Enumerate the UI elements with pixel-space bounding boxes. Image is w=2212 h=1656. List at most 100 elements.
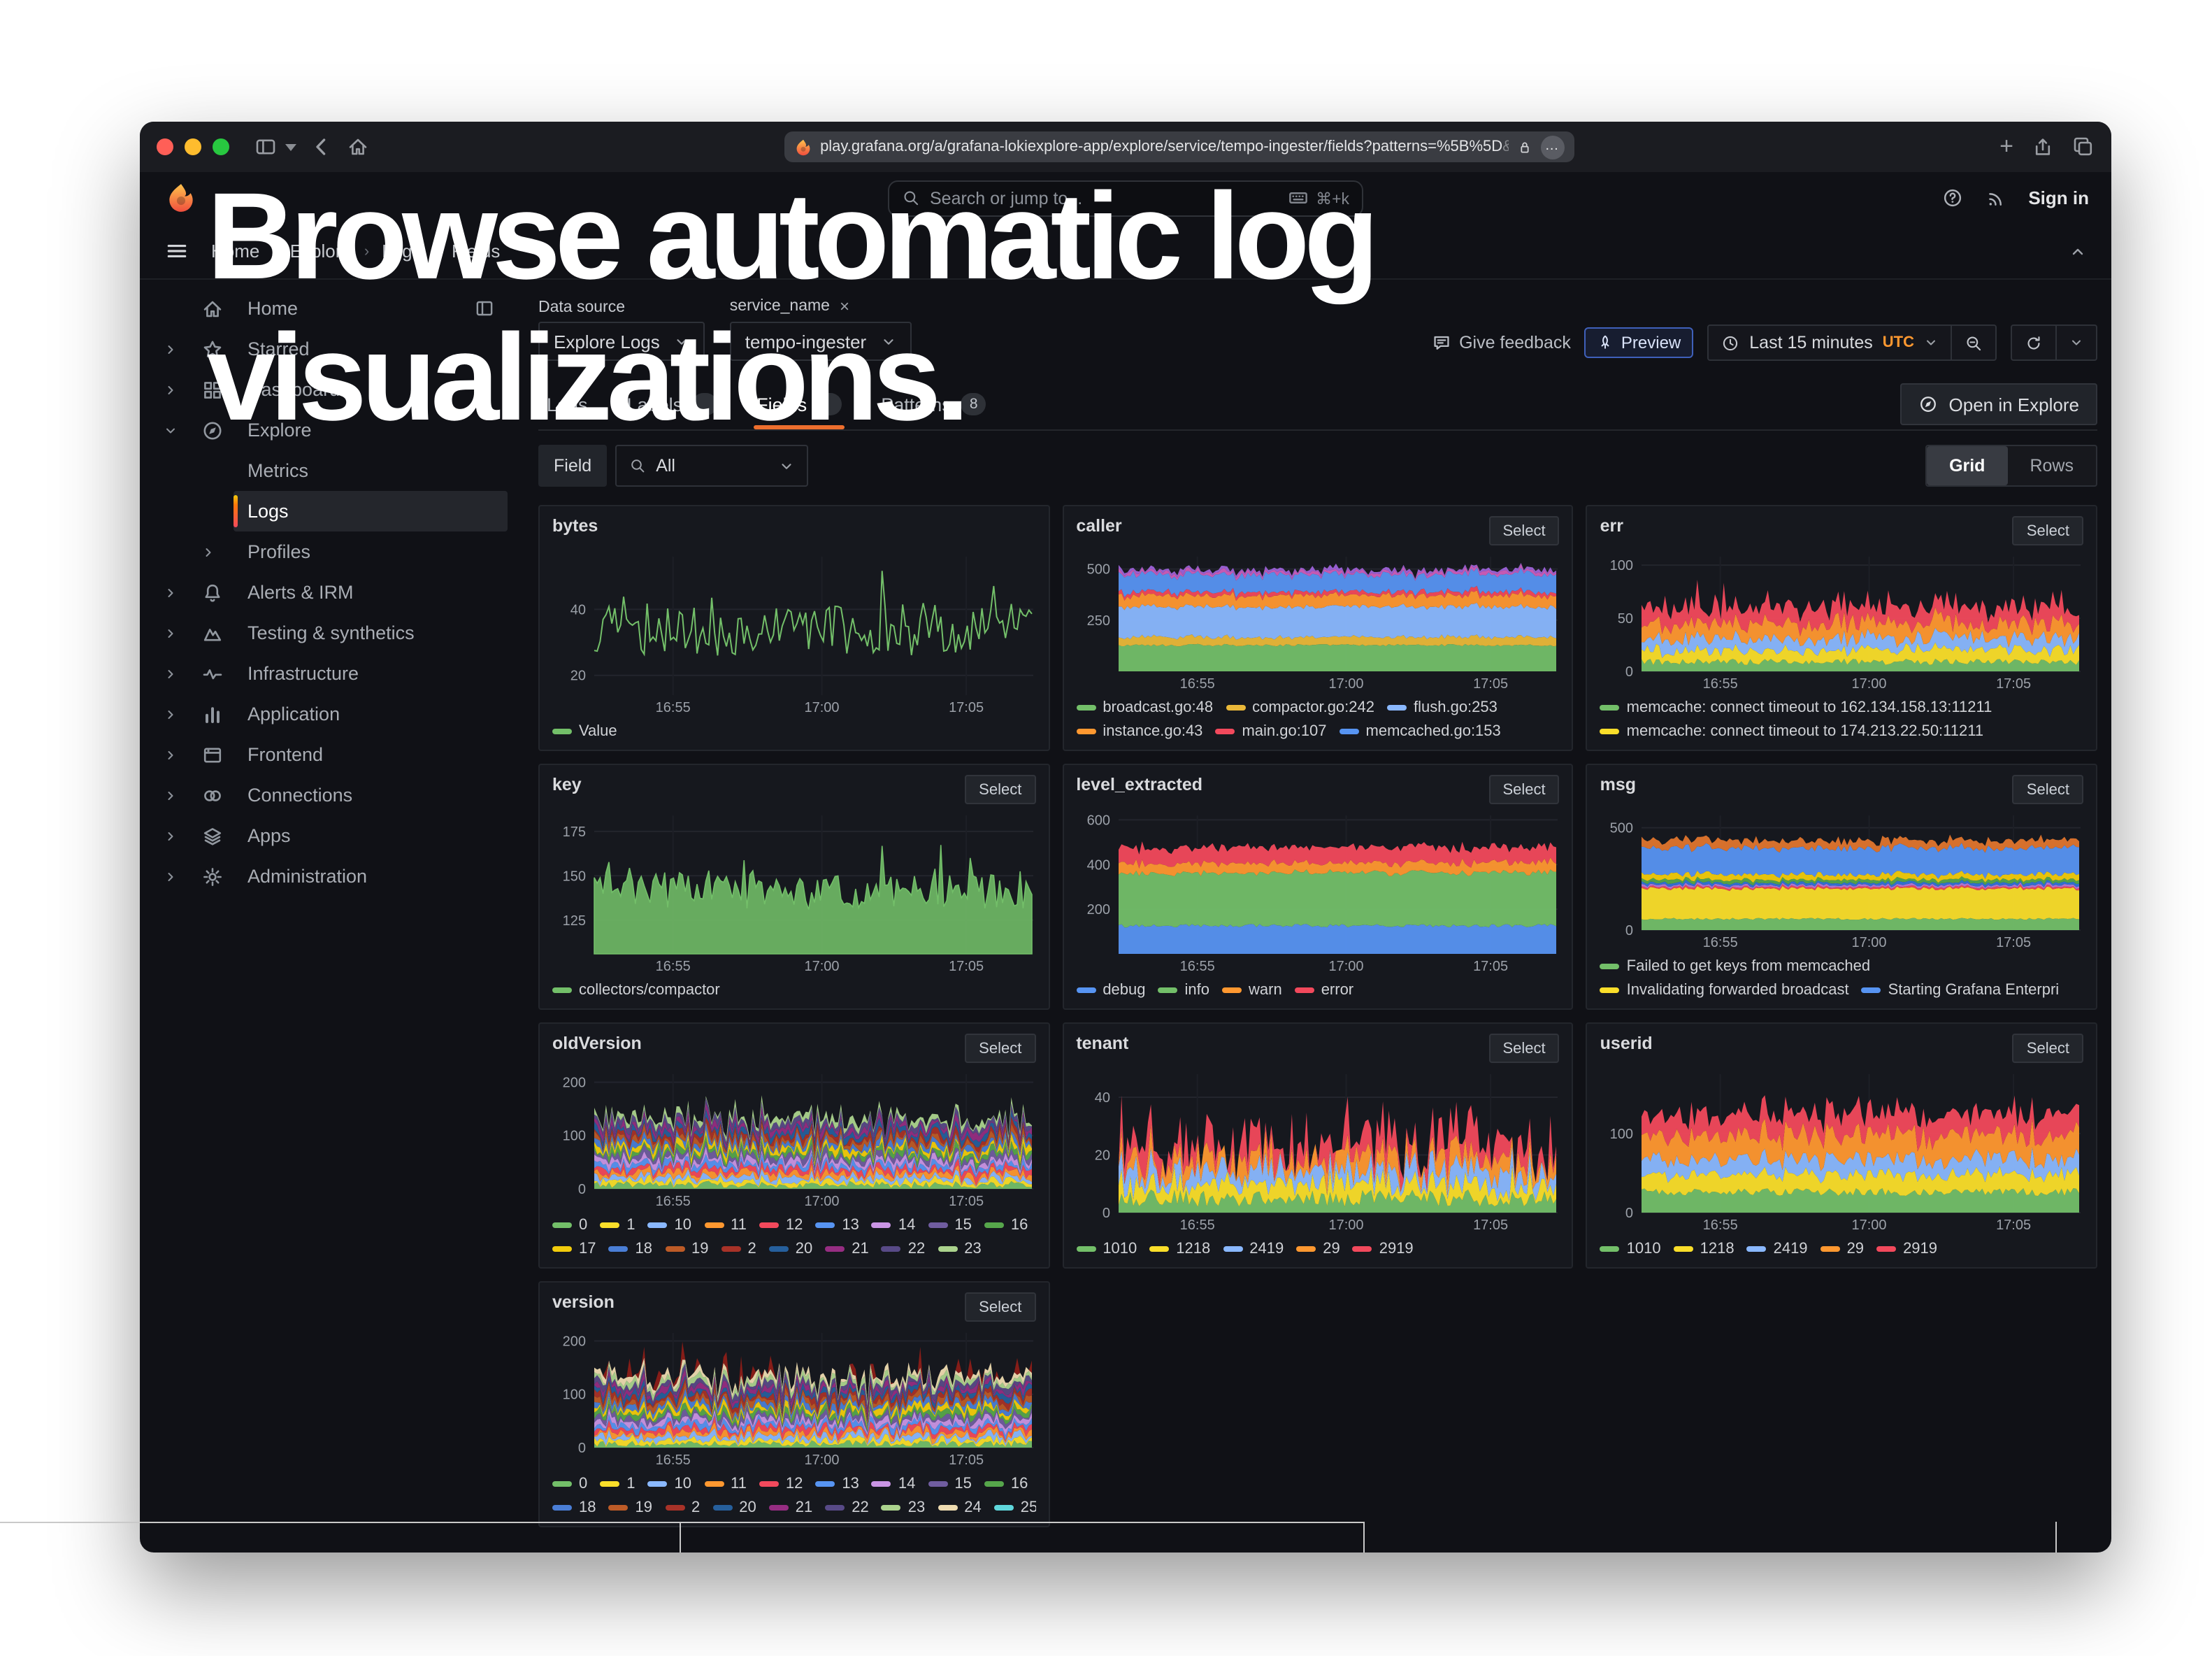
breadcrumb-item[interactable]: Explore (290, 241, 352, 262)
remove-filter-icon[interactable]: × (840, 297, 849, 316)
legend-item[interactable]: compactor.go:242 (1226, 699, 1374, 715)
sign-in-link[interactable]: Sign in (2028, 187, 2089, 208)
legend-item[interactable]: 2919 (1876, 1240, 1937, 1257)
legend-item[interactable]: 21 (825, 1240, 869, 1257)
chevron-right-icon[interactable] (164, 666, 178, 680)
legend-item[interactable]: 1218 (1149, 1240, 1210, 1257)
panel-chart[interactable]: 20040060016:5517:0017:05 (1076, 808, 1560, 975)
select-button[interactable]: Select (1489, 516, 1560, 545)
legend-item[interactable]: 23 (938, 1240, 982, 1257)
grafana-logo[interactable] (165, 182, 197, 214)
tab-labels[interactable]: Labels (627, 379, 718, 429)
view-option-rows[interactable]: Rows (2007, 446, 2096, 485)
legend-item[interactable]: 14 (872, 1475, 916, 1492)
legend-item[interactable]: memcache: connect timeout to 174.213.22.… (1600, 722, 1983, 739)
legend-item[interactable]: 17 (552, 1240, 596, 1257)
sidebar-item-testing-synthetics[interactable]: Testing & synthetics (140, 613, 517, 653)
search-bar[interactable]: Search or jump to... ⌘+k (888, 180, 1363, 216)
chevron-down-icon[interactable] (285, 143, 296, 150)
breadcrumb-item[interactable]: Fields (452, 241, 500, 262)
legend-item[interactable]: collectors/compactor (552, 981, 720, 998)
legend-item[interactable]: 1010 (1600, 1240, 1661, 1257)
news-icon[interactable] (1985, 187, 2006, 208)
sidebar-item-alerts-irm[interactable]: Alerts & IRM (140, 572, 517, 613)
panel-chart[interactable]: 050016:5517:0017:05 (1600, 808, 2084, 951)
legend-item[interactable]: 21 (769, 1499, 813, 1515)
legend-item[interactable]: broadcast.go:48 (1076, 699, 1213, 715)
chevron-right-icon[interactable] (164, 626, 178, 640)
chevron-down-icon[interactable] (164, 423, 178, 437)
select-button[interactable]: Select (2013, 1034, 2083, 1063)
sidebar-item-frontend[interactable]: Frontend (140, 734, 517, 775)
select-button[interactable]: Select (965, 1292, 1035, 1322)
legend-item[interactable]: 10 (648, 1216, 692, 1233)
sidebar-item-dashboards[interactable]: Dashboards (140, 369, 517, 410)
sidebar-item-application[interactable]: Application (140, 694, 517, 734)
close-window-icon[interactable] (157, 138, 173, 155)
legend-item[interactable]: 10 (648, 1475, 692, 1492)
legend-item[interactable]: 18 (609, 1240, 653, 1257)
open-in-explore-button[interactable]: Open in Explore (1900, 383, 2097, 425)
time-range-picker[interactable]: Last 15 minutes UTC (1707, 324, 1952, 361)
preview-badge[interactable]: Preview (1585, 327, 1693, 358)
select-button[interactable]: Select (965, 775, 1035, 804)
chevron-right-icon[interactable] (164, 707, 178, 721)
legend-item[interactable]: error (1295, 981, 1353, 998)
legend-item[interactable]: memcached.go:153 (1340, 722, 1501, 739)
legend-item[interactable]: instance.go:43 (1076, 722, 1202, 739)
sidebar-item-explore[interactable]: Explore (140, 410, 517, 450)
breadcrumb-item[interactable]: Home (211, 241, 259, 262)
service-name-select[interactable]: tempo-ingester (730, 322, 911, 361)
legend-item[interactable]: debug (1076, 981, 1145, 998)
legend-item[interactable]: 22 (825, 1499, 869, 1515)
refresh-interval-button[interactable] (2057, 324, 2097, 361)
tabs-overview-icon[interactable] (2072, 136, 2095, 158)
help-icon[interactable] (1941, 187, 1962, 208)
legend-item[interactable]: 16 (984, 1475, 1028, 1492)
panel-chart[interactable]: 05010016:5517:0017:05 (1600, 550, 2084, 692)
sidebar-item-profiles[interactable]: Profiles (140, 531, 517, 572)
view-option-grid[interactable]: Grid (1927, 446, 2007, 485)
legend-item[interactable]: 14 (872, 1216, 916, 1233)
legend-item[interactable]: 2 (721, 1240, 756, 1257)
sidebar-item-administration[interactable]: Administration (140, 856, 517, 897)
dock-sidebar-icon[interactable] (474, 298, 495, 319)
legend-item[interactable]: 2419 (1747, 1240, 1808, 1257)
select-button[interactable]: Select (2013, 775, 2083, 804)
menu-icon[interactable] (165, 239, 189, 263)
legend-item[interactable]: 2419 (1223, 1240, 1284, 1257)
legend-item[interactable]: 1 (600, 1475, 635, 1492)
legend-item[interactable]: 15 (928, 1475, 972, 1492)
tab-logs[interactable]: Logs (547, 379, 588, 429)
legend-item[interactable]: 13 (815, 1475, 859, 1492)
legend-item[interactable]: 0 (552, 1475, 587, 1492)
legend-item[interactable]: info (1158, 981, 1210, 998)
data-source-select[interactable]: Explore Logs (538, 322, 705, 361)
legend-item[interactable]: 11 (704, 1216, 747, 1233)
legend-item[interactable]: Failed to get keys from memcached (1600, 957, 1871, 974)
panel-chart[interactable]: 010020016:5517:0017:05 (552, 1326, 1036, 1469)
chevron-right-icon[interactable] (164, 869, 178, 883)
chevron-right-icon[interactable] (201, 545, 215, 559)
legend-item[interactable]: 23 (882, 1499, 926, 1515)
browser-sidebar-icon[interactable] (254, 136, 277, 158)
legend-item[interactable]: 1010 (1076, 1240, 1137, 1257)
zoom-out-button[interactable] (1952, 324, 1997, 361)
legend-item[interactable]: 15 (928, 1216, 972, 1233)
minimize-window-icon[interactable] (185, 138, 201, 155)
legend-item[interactable]: 2 (665, 1499, 700, 1515)
legend-item[interactable]: 18 (552, 1499, 596, 1515)
share-icon[interactable] (2032, 136, 2054, 158)
legend-item[interactable]: warn (1222, 981, 1282, 998)
panel-chart[interactable]: 204016:5517:0017:05 (552, 550, 1036, 716)
legend-item[interactable]: 19 (665, 1240, 709, 1257)
legend-item[interactable]: 24 (938, 1499, 982, 1515)
legend-item[interactable]: 2919 (1353, 1240, 1414, 1257)
legend-item[interactable]: 12 (759, 1475, 803, 1492)
chevron-right-icon[interactable] (164, 829, 178, 843)
panel-chart[interactable]: 0204016:5517:0017:05 (1076, 1067, 1560, 1234)
sidebar-item-home[interactable]: Home (140, 288, 517, 329)
sidebar-item-apps[interactable]: Apps (140, 815, 517, 856)
legend-item[interactable]: 1218 (1674, 1240, 1735, 1257)
legend-item[interactable]: 0 (552, 1216, 587, 1233)
